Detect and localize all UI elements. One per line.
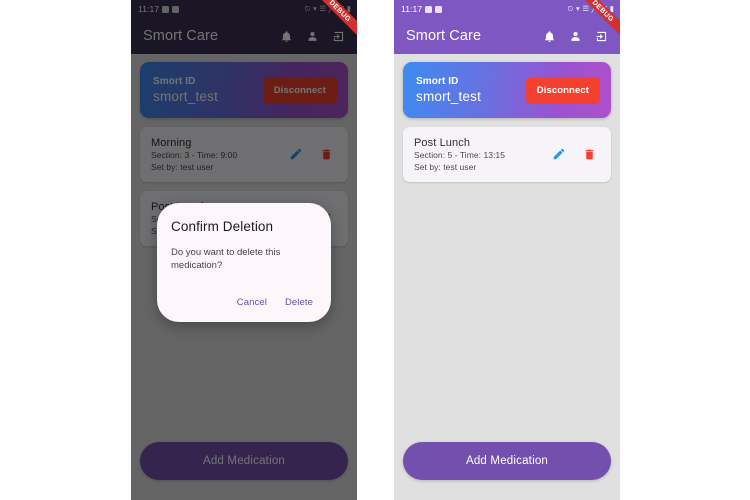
phone-panel-left: 11:17 ⏲ ▾ ☰ ╱ 26 ▮ Smort Care xyxy=(131,0,357,500)
screen-content: Smort ID smort_test Disconnect Post Lunc… xyxy=(394,54,620,442)
logout-icon[interactable] xyxy=(595,30,608,43)
add-medication-button[interactable]: Add Medication xyxy=(403,442,611,480)
wifi-icon: ▾ xyxy=(575,4,580,14)
confirm-deletion-dialog: Confirm Deletion Do you want to delete t… xyxy=(157,203,331,322)
smort-id-value: smort_test xyxy=(416,89,482,104)
dialog-actions: Cancel Delete xyxy=(171,297,317,312)
profile-icon[interactable] xyxy=(569,30,582,43)
dialog-message: Do you want to delete this medication? xyxy=(171,247,281,271)
bottom-action-bar: Add Medication xyxy=(394,442,620,500)
status-bar: 11:17 ⏲ ▾ ☰ ╱ 26 ▮ xyxy=(394,0,620,18)
disconnect-button[interactable]: Disconnect xyxy=(525,76,600,104)
edit-pencil-icon[interactable] xyxy=(552,147,566,161)
medication-schedule: Section: 5 - Time: 13:15 xyxy=(414,150,505,160)
medication-set-by: Set by: test user xyxy=(414,161,477,172)
smort-id-card: Smort ID smort_test Disconnect xyxy=(403,62,611,118)
photo-app-icon xyxy=(435,5,443,13)
status-bar-clock: 11:17 xyxy=(401,4,423,14)
delete-button[interactable]: Delete xyxy=(285,297,313,308)
medication-title: Post Lunch xyxy=(414,136,471,149)
notifications-icon[interactable] xyxy=(543,30,556,43)
medication-row[interactable]: Post Lunch Section: 5 - Time: 13:15 Set … xyxy=(403,127,611,182)
smort-id-info: Smort ID smort_test xyxy=(416,76,481,104)
signal-bars-icon: ╱ xyxy=(591,4,597,14)
battery-icon: ▮ xyxy=(609,4,614,14)
app-bar: Smort Care xyxy=(394,18,620,54)
battery-percent: 26 xyxy=(598,4,608,14)
medication-actions xyxy=(552,147,600,161)
phone-panel-right: 11:17 ⏲ ▾ ☰ ╱ 26 ▮ Smort Care Smort ID s… xyxy=(394,0,620,500)
smort-id-label: Smort ID xyxy=(416,76,459,87)
signal-icon: ☰ xyxy=(582,4,590,14)
app-screen: 11:17 ⏲ ▾ ☰ ╱ 26 ▮ Smort Care xyxy=(394,0,620,500)
delete-trash-icon[interactable] xyxy=(583,148,596,161)
status-bar-right: ⏲ ▾ ☰ ╱ 26 ▮ xyxy=(567,5,614,14)
dialog-title: Confirm Deletion xyxy=(171,219,274,234)
medication-list: Post Lunch Section: 5 - Time: 13:15 Set … xyxy=(403,127,611,182)
page-title: Smort Care xyxy=(406,28,482,44)
app-bar-actions xyxy=(543,30,608,43)
check-app-icon xyxy=(425,5,433,13)
status-bar-left: 11:17 xyxy=(401,4,443,14)
medication-info: Post Lunch Section: 5 - Time: 13:15 Set … xyxy=(414,137,505,172)
alarm-icon: ⏲ xyxy=(567,4,574,14)
cancel-button[interactable]: Cancel xyxy=(237,297,267,308)
